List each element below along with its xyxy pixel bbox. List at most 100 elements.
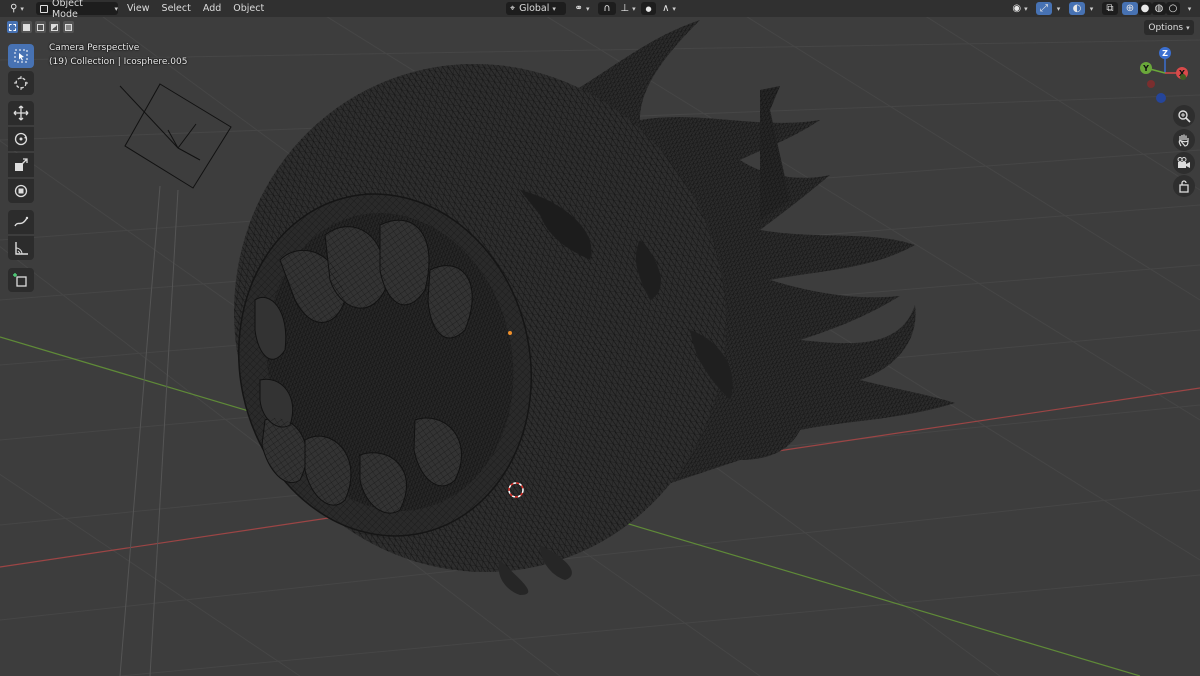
object-mode-icon	[40, 4, 48, 13]
visibility-button[interactable]: ◉ ▾	[1008, 2, 1032, 15]
rendered-sphere-icon: ○	[1168, 2, 1178, 14]
editor-type-button[interactable]: ⚲ ▾	[4, 2, 30, 15]
select-box-icon	[14, 49, 28, 63]
rotate-icon	[14, 132, 28, 146]
snap-toggle[interactable]: ∩	[598, 2, 616, 15]
proportional-falloff-button[interactable]: ∧ ▾	[657, 2, 681, 15]
chevron-down-icon: ▾	[632, 4, 636, 13]
chevron-down-icon: ▾	[1056, 4, 1061, 13]
transform-icon	[14, 184, 28, 198]
select-intersect-button[interactable]	[63, 21, 74, 33]
camera-object[interactable]	[119, 83, 232, 676]
lock-view-button[interactable]	[1173, 175, 1195, 197]
add-cube-icon	[13, 273, 27, 287]
3d-viewport[interactable]	[0, 0, 1200, 676]
chevron-down-icon: ▾	[585, 4, 590, 13]
wireframe-shading-button[interactable]: ⊕	[1122, 2, 1138, 15]
select-invert-icon	[51, 23, 58, 31]
zoom-button[interactable]	[1173, 105, 1195, 127]
chevron-down-icon: ▾	[1089, 4, 1094, 13]
collection-info-text: (19) Collection | Icosphere.005	[49, 57, 188, 67]
tool-add-cube[interactable]	[8, 268, 34, 292]
measure-icon	[15, 242, 28, 255]
proportional-edit-toggle[interactable]: ●	[641, 2, 656, 15]
select-new-button[interactable]	[7, 21, 18, 33]
tool-annotate[interactable]	[8, 210, 34, 234]
menu-view[interactable]: View	[121, 0, 156, 17]
header-menus: View Select Add Object	[121, 0, 270, 17]
solid-sphere-icon: ●	[1140, 2, 1150, 14]
select-new-icon	[9, 23, 16, 31]
tool-transform[interactable]	[8, 179, 34, 203]
mode-dropdown[interactable]: Object Mode ▾	[36, 0, 118, 20]
editor-type-icon: ⚲	[10, 2, 18, 14]
snap-target-icon: ⊥	[620, 2, 630, 14]
icosphere-mesh[interactable]	[168, 0, 955, 636]
scale-icon	[15, 158, 28, 171]
wireframe-sphere-icon: ⊕	[1125, 2, 1135, 14]
select-subtract-icon	[37, 23, 44, 31]
transform-orientation-dropdown[interactable]: ⌖ Global ▾	[506, 2, 566, 15]
tool-rotate[interactable]	[8, 127, 34, 151]
chevron-down-icon: ▾	[1186, 23, 1190, 32]
material-shading-button[interactable]: ◍	[1152, 2, 1166, 15]
eye-icon: ◉	[1012, 2, 1022, 14]
hand-icon	[1178, 134, 1189, 147]
tool-select-box[interactable]	[8, 44, 34, 68]
solid-shading-button[interactable]: ●	[1138, 2, 1152, 15]
chevron-down-icon: ▾	[672, 4, 676, 13]
tool-cursor[interactable]	[8, 71, 34, 95]
orientation-icon: ⌖	[510, 3, 516, 14]
select-invert-button[interactable]	[49, 21, 60, 33]
menu-add[interactable]: Add	[197, 0, 227, 17]
overlays-icon: ◐	[1072, 2, 1082, 14]
tool-measure[interactable]	[8, 236, 34, 260]
chevron-down-icon: ▾	[1024, 4, 1028, 13]
pan-button[interactable]	[1173, 129, 1195, 151]
options-dropdown[interactable]: Options ▾	[1144, 20, 1194, 35]
camera-view-button[interactable]	[1173, 152, 1195, 174]
pivot-icon: ⚭	[574, 2, 583, 14]
chevron-down-icon: ▾	[552, 4, 556, 13]
xray-toggle[interactable]: ⧉	[1102, 2, 1118, 15]
pivot-point-button[interactable]: ⚭ ▾	[569, 2, 595, 15]
falloff-curve-icon: ∧	[662, 2, 670, 14]
select-extend-button[interactable]	[21, 21, 32, 33]
material-sphere-icon: ◍	[1154, 2, 1164, 14]
viewport-scene[interactable]	[0, 0, 1200, 676]
tool-move[interactable]	[8, 101, 34, 125]
gizmo-y-label: Y	[1142, 64, 1149, 73]
overlays-toggle[interactable]: ◐	[1069, 2, 1085, 15]
snap-target-button[interactable]: ⊥ ▾	[617, 2, 639, 15]
xray-icon: ⧉	[1106, 2, 1114, 14]
overlays-dropdown[interactable]: ▾	[1085, 2, 1095, 15]
menu-object[interactable]: Object	[227, 0, 270, 17]
gizmo-neg-z-axis[interactable]	[1156, 93, 1166, 103]
tool-scale[interactable]	[8, 153, 34, 177]
navigation-gizmo[interactable]: Z X Y	[1130, 40, 1200, 110]
menu-select[interactable]: Select	[156, 0, 197, 17]
tool-settings-bar	[0, 17, 1200, 35]
gizmo-toggle[interactable]: ⤢	[1036, 2, 1052, 15]
rendered-shading-button[interactable]: ○	[1166, 2, 1180, 15]
blender-window: ⚲ ▾ Object Mode ▾ View Select Add Object …	[0, 0, 1200, 676]
gizmo-neg-y-axis[interactable]	[1180, 74, 1186, 80]
object-origin	[508, 331, 512, 335]
annotate-icon	[14, 216, 29, 227]
proportional-edit-icon: ●	[645, 4, 652, 13]
viewport-header: ⚲ ▾ Object Mode ▾ View Select Add Object …	[0, 0, 1200, 20]
select-subtract-button[interactable]	[35, 21, 46, 33]
gizmo-neg-x-axis[interactable]	[1147, 80, 1155, 88]
gizmo-z-label: Z	[1162, 49, 1168, 58]
cursor-icon	[14, 76, 28, 90]
shading-dropdown[interactable]: ▾	[1182, 2, 1194, 15]
view-name-text: Camera Perspective	[49, 43, 140, 53]
lock-icon	[1179, 180, 1189, 193]
chevron-down-icon: ▾	[20, 4, 24, 13]
chevron-down-icon: ▾	[1187, 4, 1192, 13]
select-intersect-icon	[65, 23, 72, 31]
chevron-down-icon: ▾	[114, 4, 118, 13]
gizmo-icon: ⤢	[1040, 2, 1048, 14]
gizmo-dropdown[interactable]: ▾	[1052, 2, 1062, 15]
options-label: Options	[1148, 22, 1184, 33]
